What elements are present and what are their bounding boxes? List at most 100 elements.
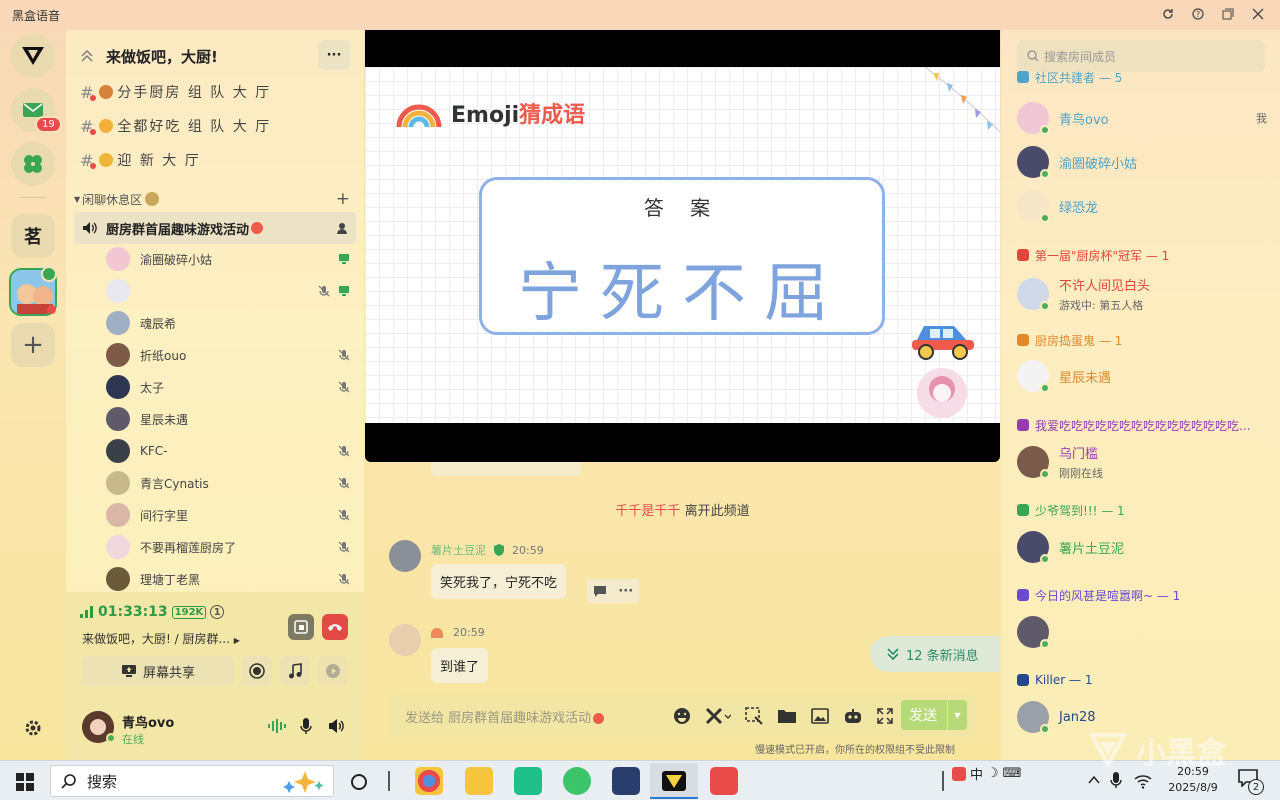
gif-tools-icon[interactable] xyxy=(705,707,731,725)
message-input[interactable]: 发送给 厨房群首届趣味游戏活动 xyxy=(405,707,608,726)
role-shield-icon xyxy=(494,544,504,556)
restore-icon[interactable] xyxy=(1220,6,1236,22)
text-channel-0[interactable]: # 分手厨房 组 队 大 厅 xyxy=(80,77,350,107)
voice-member[interactable]: KFC- xyxy=(106,436,356,466)
wechat-icon[interactable] xyxy=(563,767,591,795)
user-add-icon[interactable] xyxy=(336,222,348,234)
message-avatar[interactable] xyxy=(389,540,421,572)
voice-member[interactable]: 间行字里 xyxy=(106,500,356,530)
tray-chevron-up-icon[interactable] xyxy=(1088,775,1100,785)
member-row[interactable]: 青鸟ovo 我 xyxy=(1017,98,1267,138)
wifi-icon[interactable] xyxy=(1134,773,1152,789)
screenshot-icon[interactable] xyxy=(745,707,763,725)
answer-label: 答 案 xyxy=(643,196,721,220)
clover-button[interactable] xyxy=(11,142,55,186)
image-icon[interactable] xyxy=(811,708,829,724)
record-icon xyxy=(249,663,265,679)
ime-toolbar[interactable]: 中 ☽ ⌨ xyxy=(952,764,1021,783)
help-icon[interactable]: ? xyxy=(1190,6,1206,22)
message-nick[interactable]: 薯片土豆泥 xyxy=(431,542,486,558)
microphone-icon[interactable] xyxy=(300,717,312,735)
member-row[interactable]: 薯片土豆泥 xyxy=(1017,527,1267,567)
text-channel-1[interactable]: # 全都好吃 组 队 大 厅 xyxy=(80,111,350,141)
member-avatar xyxy=(106,535,130,559)
windows-start-icon[interactable] xyxy=(16,773,34,791)
wps-icon[interactable] xyxy=(710,767,738,795)
robot-icon[interactable] xyxy=(843,708,863,724)
messages-button[interactable]: 19 xyxy=(11,88,62,133)
message-time: 20:59 xyxy=(453,626,485,639)
screen-share-live-icon xyxy=(339,286,349,296)
call-channel[interactable]: 来做饭吧，大厨! / 厨房群... ▶ xyxy=(82,630,240,647)
chrome-icon[interactable] xyxy=(415,767,443,795)
sparkle-emoji-icon xyxy=(593,713,605,724)
voice-member[interactable]: 渝圈破碎小姑 xyxy=(106,244,356,274)
screen-share-view[interactable]: Emoji猜成语 答 案 宁死不屈 xyxy=(365,30,1000,462)
settings-gear-icon[interactable] xyxy=(23,718,43,738)
voice-member[interactable]: 星辰未遇 xyxy=(106,404,356,434)
add-channel-button[interactable]: + xyxy=(336,189,350,209)
expand-icon[interactable] xyxy=(877,708,893,724)
refresh-icon[interactable] xyxy=(1160,6,1176,22)
add-server-button[interactable]: + xyxy=(11,323,55,367)
message-input-bar[interactable]: 发送给 厨房群首届趣味游戏活动 发送 ▼ xyxy=(389,694,975,738)
text-channel-label: 迎 新 大 厅 xyxy=(117,153,201,169)
member-avatar xyxy=(106,439,130,463)
send-options-chevron-icon[interactable]: ▼ xyxy=(947,700,967,730)
folder-icon[interactable] xyxy=(777,708,797,724)
system-user[interactable]: 千千是千千 xyxy=(615,504,680,519)
speaker-output-icon[interactable] xyxy=(328,718,346,734)
member-row[interactable]: 乌门槛 刚刚在线 xyxy=(1017,442,1267,482)
channel-group[interactable]: ▼ 闲聊休息区 + xyxy=(74,189,354,209)
file-explorer-icon[interactable] xyxy=(465,767,493,795)
tray-microphone-icon[interactable] xyxy=(1110,771,1122,789)
send-label: 发送 xyxy=(909,708,937,724)
notification-button[interactable]: 2 xyxy=(1238,769,1264,795)
member-row[interactable]: 不许人间见白头 游戏中: 第五人格 xyxy=(1017,274,1267,314)
system-text: 离开此频道 xyxy=(684,504,750,519)
cat-app-icon[interactable] xyxy=(612,767,640,795)
voice-member[interactable]: 青言Cynatis xyxy=(106,468,356,498)
role-header: 少爷驾到!!! — 1 xyxy=(1017,501,1272,519)
message-avatar[interactable] xyxy=(389,624,421,656)
store-bag-icon[interactable] xyxy=(514,767,542,795)
close-icon[interactable] xyxy=(1250,6,1266,22)
input-toolbar xyxy=(673,707,893,725)
text-channel-2[interactable]: # 迎 新 大 厅 xyxy=(80,145,350,175)
member-row[interactable]: 绿恐龙 xyxy=(1017,186,1267,226)
more-dots-icon[interactable]: ··· xyxy=(618,584,633,599)
server-tea-button[interactable]: 茗 xyxy=(11,214,55,258)
voice-member[interactable]: 理塘丁老黑 xyxy=(106,564,356,594)
soundboard-button[interactable] xyxy=(318,656,348,686)
voice-member[interactable]: 魂辰希 xyxy=(106,308,356,338)
taskbar-search[interactable]: 搜索 xyxy=(50,765,334,797)
task-view-icon[interactable] xyxy=(350,773,368,791)
send-button[interactable]: 发送 ▼ xyxy=(901,700,967,730)
music-button[interactable] xyxy=(280,656,310,686)
home-logo-button[interactable] xyxy=(11,34,55,78)
message-time: 20:59 xyxy=(512,543,544,557)
mic-muted-icon xyxy=(338,573,350,585)
voice-member[interactable]: 太子 xyxy=(106,372,356,402)
screen-share-button[interactable]: 屏幕共享 xyxy=(82,656,234,686)
new-messages-button[interactable]: 12 条新消息 xyxy=(870,636,1000,672)
popout-button[interactable] xyxy=(288,614,314,640)
voice-member[interactable]: 折纸ouo xyxy=(106,340,356,370)
voice-member[interactable]: 不要再榴莲厨房了 xyxy=(106,532,356,562)
app-title: 黑盒语音 xyxy=(12,9,61,23)
collapse-chevron-icon[interactable] xyxy=(80,49,94,63)
online-dot xyxy=(106,733,116,743)
server-more-button[interactable]: ··· xyxy=(318,40,350,70)
mic-muted-icon xyxy=(338,445,350,457)
record-button[interactable] xyxy=(242,656,272,686)
member-search-input[interactable]: 搜索房间成员 xyxy=(1017,40,1265,72)
emoji-icon[interactable] xyxy=(673,707,691,725)
voice-channel-active[interactable]: 厨房群首届趣味游戏活动 xyxy=(74,212,356,244)
voice-member[interactable] xyxy=(106,276,356,306)
heybox-taskbar-active[interactable] xyxy=(650,763,698,799)
member-row[interactable]: 星辰未遇 xyxy=(1017,356,1267,396)
hangup-button[interactable] xyxy=(322,614,348,640)
reply-icon[interactable] xyxy=(593,585,607,597)
member-row[interactable] xyxy=(1017,612,1267,652)
member-row[interactable]: 渝圈破碎小姑 xyxy=(1017,142,1267,182)
